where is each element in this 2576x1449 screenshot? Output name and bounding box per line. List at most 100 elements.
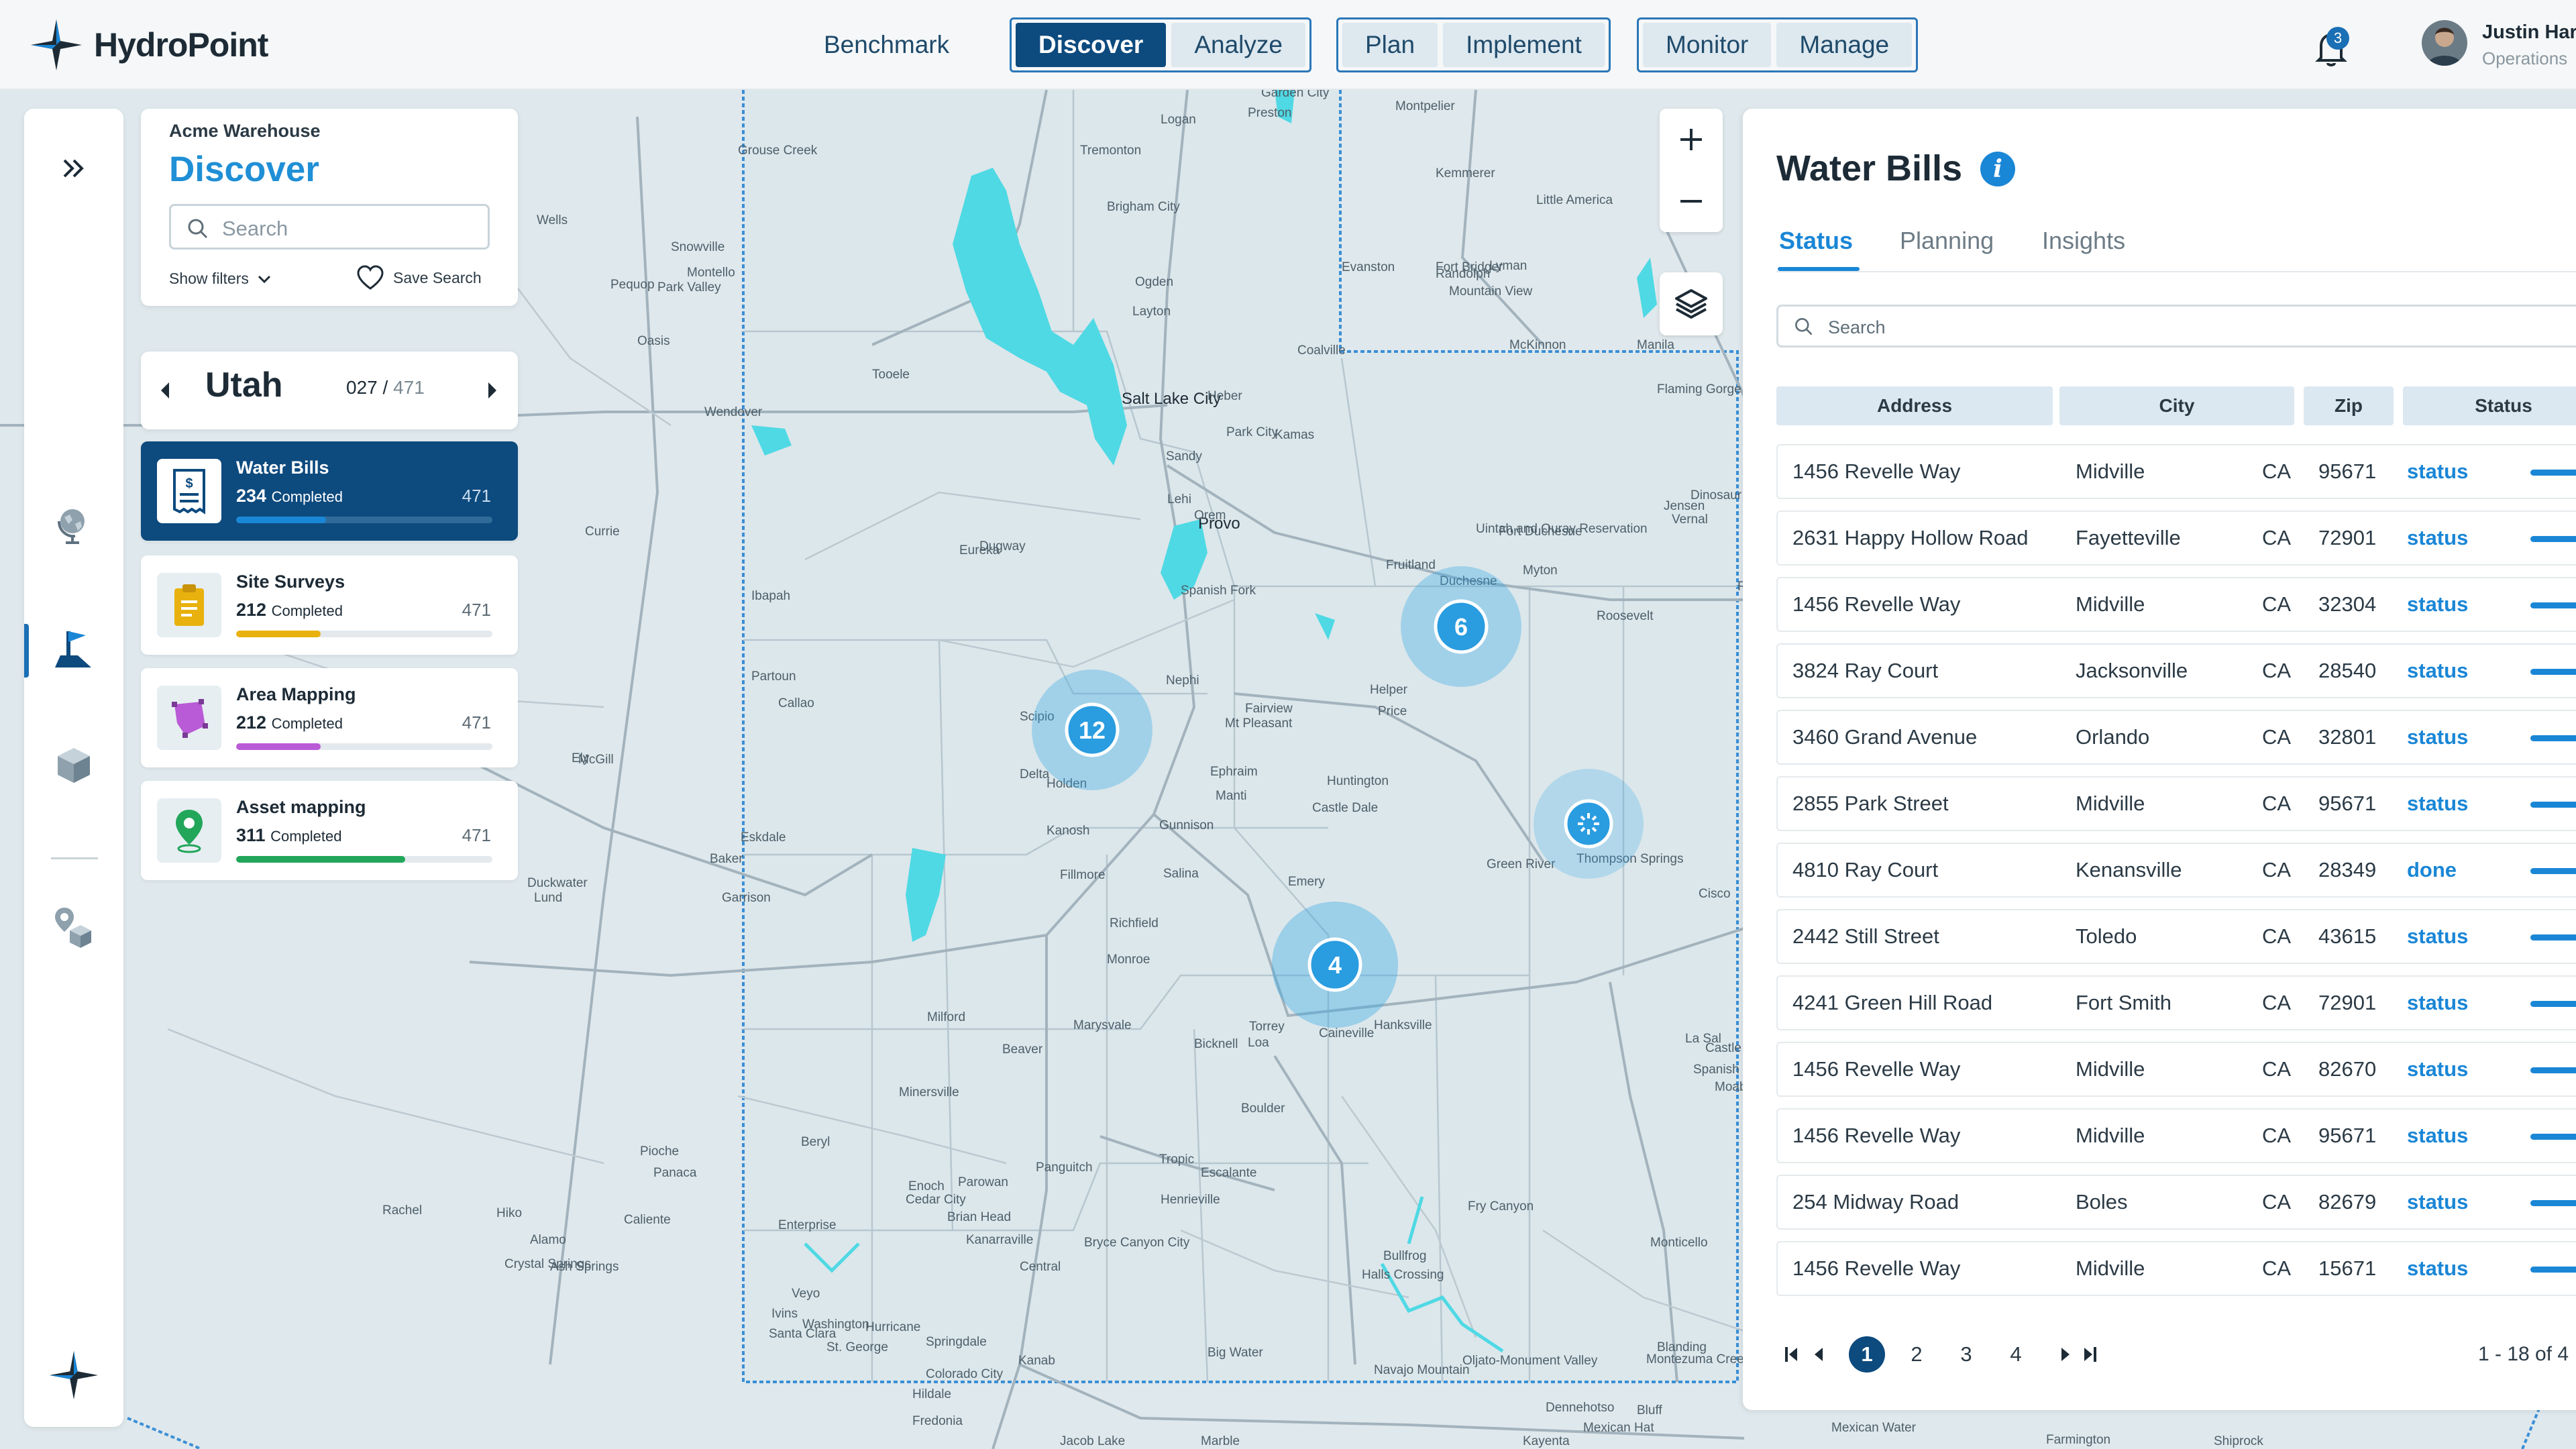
location-cube-icon[interactable] <box>49 903 99 953</box>
place-label: Huntington <box>1327 774 1389 788</box>
cell-status[interactable]: status <box>2407 578 2468 631</box>
cell-status[interactable]: status <box>2407 977 2468 1029</box>
column-header-status[interactable]: Status <box>2403 386 2576 425</box>
tab-status[interactable]: Status <box>1779 227 1853 255</box>
next-state-icon[interactable] <box>484 380 500 401</box>
cell-status[interactable]: status <box>2407 1110 2468 1162</box>
nav-analyze[interactable]: Analyze <box>1171 23 1305 67</box>
cell-status[interactable]: status <box>2407 1043 2468 1095</box>
nav-discover[interactable]: Discover <box>1016 23 1167 67</box>
cluster-6[interactable]: 6 <box>1401 566 1521 687</box>
table-row[interactable]: 3824 Ray Court Jacksonville CA 28540 status <box>1776 643 2576 698</box>
task-progress-bar <box>236 517 492 523</box>
table-row[interactable]: 2442 Still Street Toledo CA 43615 status <box>1776 909 2576 964</box>
nav-plan[interactable]: Plan <box>1342 23 1438 67</box>
page-4[interactable]: 4 <box>1998 1336 2034 1373</box>
layers-button[interactable] <box>1660 272 1723 335</box>
cell-status[interactable]: status <box>2407 512 2468 564</box>
task-water-bills[interactable]: $ Water Bills 234 Completed 471 <box>141 441 518 541</box>
page-2[interactable]: 2 <box>1898 1336 1935 1373</box>
status-progress-bar <box>2530 1267 2576 1273</box>
avatar[interactable] <box>2422 20 2467 66</box>
cell-status[interactable]: status <box>2407 777 2468 830</box>
search-input[interactable]: Search <box>169 204 490 250</box>
cube-icon[interactable] <box>49 741 99 790</box>
table-row[interactable]: 1456 Revelle Way Midville CA 32304 status <box>1776 577 2576 632</box>
cell-status[interactable]: status <box>2407 910 2468 963</box>
place-label: Colorado City <box>926 1367 1004 1381</box>
cell-status[interactable]: status <box>2407 1242 2468 1295</box>
cluster-4[interactable]: 4 <box>1272 902 1398 1028</box>
table-row[interactable]: 2855 Park Street Midville CA 95671 status <box>1776 776 2576 831</box>
flag-icon[interactable] <box>49 624 99 674</box>
table-row[interactable]: 2631 Happy Hollow Road Fayetteville CA 7290… <box>1776 511 2576 566</box>
cell-zip: 32801 <box>2318 725 2377 749</box>
table-row[interactable]: 4241 Green Hill Road Fort Smith CA 72901 sta… <box>1776 975 2576 1030</box>
task-area-mapping[interactable]: Area Mapping 212 Completed 471 <box>141 668 518 767</box>
first-page-icon[interactable] <box>1782 1343 1802 1366</box>
task-asset-mapping[interactable]: Asset mapping 311 Completed 471 <box>141 781 518 880</box>
table-search-input[interactable]: Search <box>1776 305 2576 347</box>
last-page-icon[interactable] <box>2080 1343 2100 1366</box>
tab-planning[interactable]: Planning <box>1900 227 1994 255</box>
table-row[interactable]: 254 Midway Road Boles CA 82679 status <box>1776 1175 2576 1230</box>
place-label: Helper <box>1370 683 1408 697</box>
task-completed-label: Completed <box>271 488 343 505</box>
cell-status[interactable]: status <box>2407 445 2468 498</box>
table-row[interactable]: 1456 Revelle Way Midville CA 82670 status <box>1776 1042 2576 1097</box>
cell-city: Midville <box>2076 792 2145 815</box>
cell-status[interactable]: status <box>2407 1176 2468 1228</box>
task-title: Water Bills <box>236 458 329 478</box>
cell-state: CA <box>2262 659 2292 682</box>
save-search-button[interactable]: Save Search <box>356 264 482 291</box>
table-row[interactable]: 1456 Revelle Way Midville CA 95671 status <box>1776 1108 2576 1163</box>
place-label: Ash Springs <box>550 1260 619 1274</box>
page-1[interactable]: 1 <box>1849 1336 1885 1373</box>
hydropoint-mark-icon[interactable] <box>47 1348 101 1402</box>
column-header-zip[interactable]: Zip <box>2304 386 2394 425</box>
show-filters-toggle[interactable]: Show filters <box>169 270 273 288</box>
nav-benchmark[interactable]: Benchmark <box>805 19 968 71</box>
place-label: Callao <box>778 696 814 710</box>
next-page-icon[interactable] <box>2055 1343 2076 1366</box>
nav-implement[interactable]: Implement <box>1443 23 1605 67</box>
cluster-loading[interactable] <box>1534 769 1644 879</box>
zoom-in-button[interactable] <box>1660 109 1723 170</box>
task-total: 471 <box>462 825 491 845</box>
cell-status[interactable]: status <box>2407 711 2468 763</box>
task-progress-bar <box>236 631 492 637</box>
nav-monitor[interactable]: Monitor <box>1643 23 1772 67</box>
place-label: Salt Lake City <box>1122 390 1221 408</box>
nav-manage[interactable]: Manage <box>1776 23 1913 67</box>
table-row[interactable]: 4810 Ray Court Kenansville CA 28349 done <box>1776 843 2576 898</box>
column-header-city[interactable]: City <box>2059 386 2294 425</box>
expand-icon[interactable] <box>49 144 99 193</box>
place-label: Partoun <box>751 669 796 684</box>
place-label: Ibapah <box>751 589 790 603</box>
tab-insights[interactable]: Insights <box>2042 227 2125 255</box>
task-completed-count: 311 <box>236 825 266 845</box>
info-icon[interactable]: i <box>1980 152 2015 186</box>
cell-status[interactable]: done <box>2407 844 2457 896</box>
cell-address: 2442 Still Street <box>1792 924 1939 948</box>
zoom-out-button[interactable] <box>1660 170 1723 232</box>
place-label: Tropic <box>1159 1152 1194 1167</box>
show-filters-label: Show filters <box>169 270 249 287</box>
cluster-12[interactable]: 12 <box>1032 669 1152 790</box>
table-row[interactable]: 1456 Revelle Way Midville CA 95671 status <box>1776 444 2576 499</box>
table-row[interactable]: 3460 Grand Avenue Orlando CA 32801 status <box>1776 710 2576 765</box>
prev-state-icon[interactable] <box>157 380 173 401</box>
logo[interactable]: HydroPoint <box>30 16 268 74</box>
cell-status[interactable]: status <box>2407 645 2468 697</box>
prev-page-icon[interactable] <box>1809 1343 1829 1366</box>
table-row[interactable]: 1456 Revelle Way Midville CA 15671 status <box>1776 1241 2576 1296</box>
cell-address: 3824 Ray Court <box>1792 659 1939 682</box>
page-3[interactable]: 3 <box>1948 1336 1984 1373</box>
place-label: Myton <box>1523 564 1558 578</box>
column-header-address[interactable]: Address <box>1776 386 2053 425</box>
cell-city: Fayetteville <box>2076 526 2181 549</box>
user-name[interactable]: Justin Har <box>2482 21 2576 44</box>
task-site-surveys[interactable]: Site Surveys 212 Completed 471 <box>141 555 518 655</box>
state-total: 471 <box>393 377 425 398</box>
globe-icon[interactable] <box>49 500 99 550</box>
